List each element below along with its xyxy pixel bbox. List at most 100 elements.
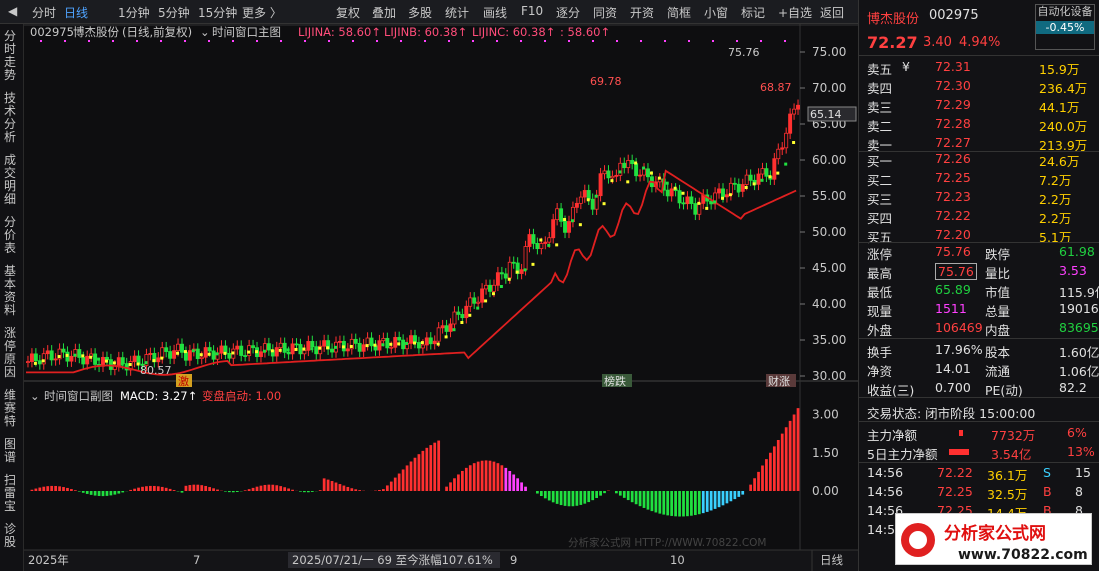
stat-value: 17.96% — [935, 342, 983, 357]
candle-body — [792, 108, 797, 115]
candle-body — [582, 190, 587, 198]
candle-body — [547, 237, 552, 243]
candle-body — [310, 341, 315, 348]
candle-body — [472, 297, 477, 304]
toolbar-item-15[interactable]: 简框 — [667, 4, 691, 21]
candle-body — [361, 344, 366, 352]
toolbar-item-2[interactable]: 1分钟 — [118, 4, 150, 21]
signal-dot — [262, 349, 266, 353]
sub-dropdown-icon[interactable]: ⌄ — [30, 389, 40, 403]
signal-dot — [484, 299, 488, 303]
lijinc-value: LIJINC: 60.38↑ — [472, 25, 555, 39]
candle-body — [385, 337, 390, 349]
candle-body — [642, 168, 646, 176]
signal-dot — [89, 355, 93, 359]
main-indicator-name[interactable]: 时间窗口主图 — [212, 25, 281, 39]
back-arrow-icon[interactable]: ◀ — [8, 4, 17, 18]
toolbar-item-17[interactable]: 标记 — [741, 4, 765, 21]
candle-body — [235, 345, 240, 350]
candle-body — [484, 284, 489, 290]
chart-area[interactable]: 002975 博杰股份 (日线,前复权) ⌄ 时间窗口主图 LIJINA: 58… — [0, 24, 858, 571]
candle-body — [377, 340, 382, 351]
candle-body — [93, 353, 98, 365]
candle-body — [156, 357, 161, 363]
toolbar-item-4[interactable]: 15分钟 — [198, 4, 237, 21]
price-axis-tick: 30.00 — [812, 369, 846, 383]
candle-body — [464, 305, 469, 319]
toolbar-item-10[interactable]: 画线 — [483, 4, 507, 21]
toolbar-item-14[interactable]: 开资 — [630, 4, 654, 21]
bid-price: 72.25 — [935, 170, 971, 185]
signal-dot — [547, 243, 551, 247]
signal-dot — [73, 353, 77, 357]
signal-dot — [373, 343, 377, 347]
candle-body — [81, 357, 86, 365]
toolbar-item-1[interactable]: 日线 — [64, 4, 88, 21]
signal-dot — [744, 186, 748, 189]
stat-row: 净资 14.01 流通 1.06亿 — [859, 360, 1099, 379]
candle-body — [590, 198, 595, 210]
toolbar-item-18[interactable]: +自选 — [778, 4, 812, 21]
candle-body — [53, 358, 58, 361]
candle-body — [286, 351, 291, 355]
candle-body — [389, 346, 394, 349]
stat-label: 最低 — [867, 285, 893, 300]
toolbar-item-11[interactable]: F10 — [521, 4, 543, 18]
candle-body — [45, 350, 50, 355]
tag-caizhang[interactable]: 财涨 — [768, 374, 790, 388]
toolbar-item-9[interactable]: 统计 — [445, 4, 469, 21]
chart-mode: (日线,前复权) — [122, 25, 192, 39]
candle-body — [732, 182, 737, 185]
main-dropdown-icon[interactable]: ⌄ — [200, 25, 210, 39]
ask-price: 72.28 — [935, 116, 971, 131]
signal-dot — [665, 181, 669, 185]
toolbar-item-19[interactable]: 返回 — [820, 4, 844, 21]
signal-dot — [721, 196, 725, 200]
signal-dot — [626, 180, 630, 184]
toolbar-item-0[interactable]: 分时 — [32, 4, 56, 21]
signal-dot — [302, 347, 306, 351]
period-label[interactable]: 日线 — [820, 553, 843, 567]
toolbar-item-16[interactable]: 小窗 — [704, 4, 728, 21]
ask-volume: 240.0万 — [1039, 119, 1088, 134]
stat-value: 106469 — [935, 320, 983, 335]
signal-dot — [352, 40, 354, 42]
candle-body — [440, 325, 445, 329]
candle-body — [721, 188, 725, 198]
toolbar-item-7[interactable]: 叠加 — [372, 4, 396, 21]
signal-dot — [531, 262, 535, 266]
signal-dot — [255, 350, 259, 354]
bid-label: 买三 — [867, 192, 893, 207]
toolbar-item-12[interactable]: 逐分 — [556, 4, 580, 21]
signal-dot — [570, 219, 574, 223]
signal-dot — [334, 345, 338, 349]
candle-body — [480, 288, 485, 303]
bid-row: 买一 72.26 24.6万 — [859, 150, 1099, 169]
candle-body — [278, 342, 283, 349]
tag-bangdie[interactable]: 榜跌 — [604, 374, 626, 388]
signal-dot — [326, 346, 330, 350]
toolbar-item-6[interactable]: 复权 — [336, 4, 360, 21]
toolbar-item-13[interactable]: 同资 — [593, 4, 617, 21]
toolbar-item-5[interactable]: 更多 〉 — [242, 4, 282, 21]
signal-dot — [365, 344, 369, 348]
sub-indicator-name[interactable]: 时间窗口副图 — [44, 389, 113, 403]
candle-body — [266, 343, 271, 351]
candle-body — [776, 148, 781, 160]
candle-body — [302, 349, 307, 355]
toolbar-item-3[interactable]: 5分钟 — [158, 4, 190, 21]
candle-body — [37, 360, 42, 365]
candle-body — [448, 323, 453, 332]
candle-body — [298, 344, 303, 355]
tag-ji[interactable]: 激 — [178, 374, 189, 388]
axis-month-10: 10 — [670, 553, 685, 567]
candle-body — [551, 219, 556, 239]
stat-row: 涨停 75.76 跌停 61.98 — [859, 243, 1099, 262]
candle-body — [29, 353, 34, 363]
promo-banner[interactable]: 分析家公式网 www.70822.com — [895, 513, 1092, 565]
signal-dot — [616, 40, 618, 42]
candle-body — [669, 188, 674, 197]
stat-label: 换手 — [867, 345, 893, 360]
toolbar-item-8[interactable]: 多股 — [408, 4, 432, 21]
signal-dot — [705, 206, 709, 210]
